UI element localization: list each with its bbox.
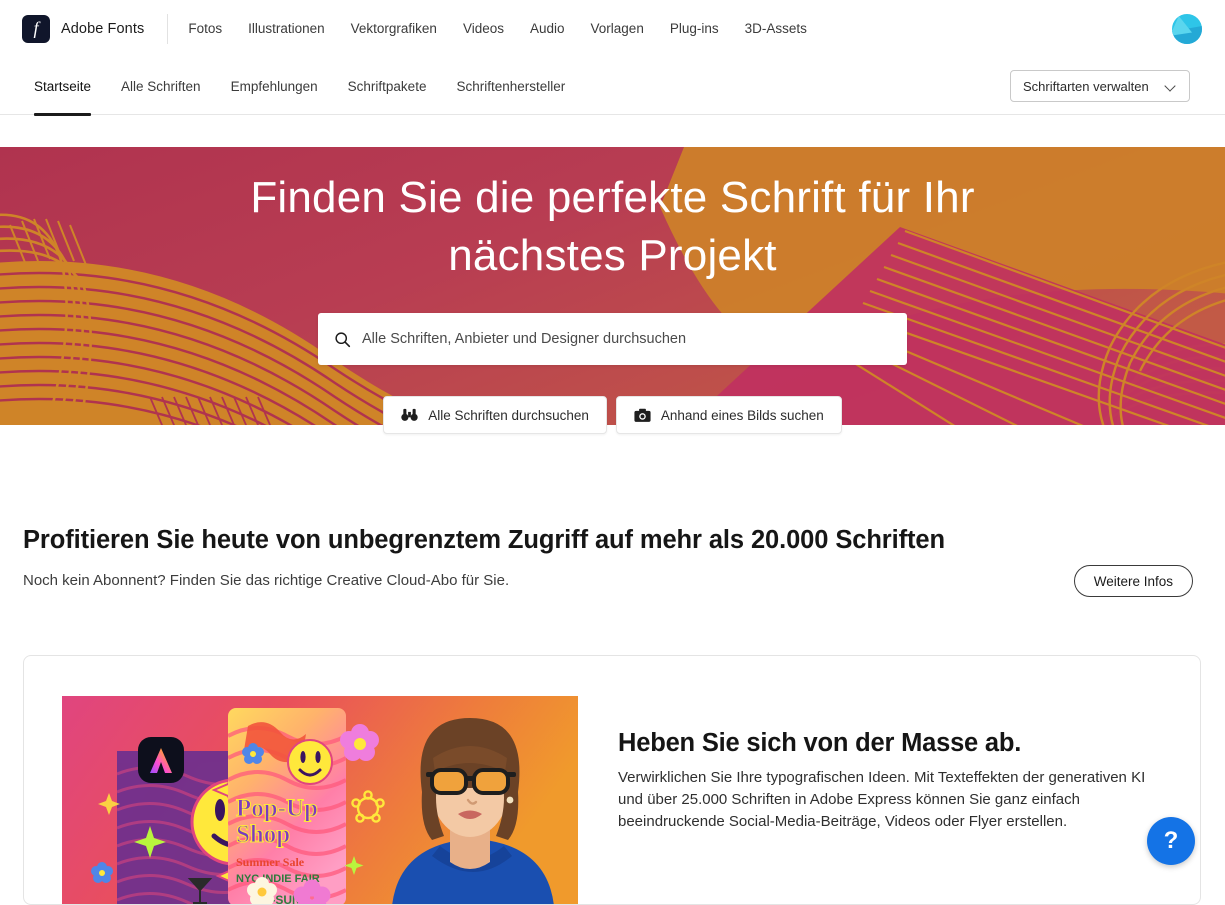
manage-fonts-dropdown[interactable]: Schriftarten verwalten [1010,70,1190,102]
hero-title: Finden Sie die perfekte Schrift für Ihr … [0,169,1225,285]
browse-all-fonts-button[interactable]: Alle Schriften durchsuchen [383,396,607,434]
product-nav: Fotos Illustrationen Vektorgrafiken Vide… [188,21,807,36]
tab-startseite[interactable]: Startseite [34,57,91,115]
search-icon [334,331,351,348]
nav-item-vorlagen[interactable]: Vorlagen [591,21,644,36]
promo-subheading: Noch kein Abonnent? Finden Sie das richt… [23,572,509,589]
avatar[interactable] [1172,14,1202,44]
search-input-placeholder: Alle Schriften, Anbieter und Designer du… [362,331,686,347]
svg-text:Summer Sale: Summer Sale [236,855,305,869]
tab-schriftpakete[interactable]: Schriftpakete [348,57,427,115]
nav-item-vektorgrafiken[interactable]: Vektorgrafiken [351,21,437,36]
manage-fonts-label: Schriftarten verwalten [1023,79,1149,94]
nav-item-audio[interactable]: Audio [530,21,565,36]
help-button[interactable]: ? [1147,817,1195,865]
header-divider [167,14,168,44]
binoculars-icon [401,408,418,422]
svg-text:Pop-Up: Pop-Up [236,795,318,822]
tab-empfehlungen[interactable]: Empfehlungen [231,57,318,115]
section-nav-items: Startseite Alle Schriften Empfehlungen S… [34,57,565,115]
nav-item-3d-assets[interactable]: 3D-Assets [745,21,807,36]
promo-heading: Profitieren Sie heute von unbegrenztem Z… [23,526,945,555]
nav-item-videos[interactable]: Videos [463,21,504,36]
tab-schriftenhersteller[interactable]: Schriftenhersteller [456,57,565,115]
question-mark-icon: ? [1164,827,1179,855]
brand-title: Adobe Fonts [61,21,144,37]
express-promo-card: Pop-Up Shop Summer Sale NYC INDIE FAIR F… [23,655,1201,905]
browse-all-fonts-label: Alle Schriften durchsuchen [428,408,589,423]
adobe-fonts-logo-icon: f [22,15,50,43]
express-promo-artwork: Pop-Up Shop Summer Sale NYC INDIE FAIR F… [62,696,578,905]
nav-item-plugins[interactable]: Plug-ins [670,21,719,36]
card-body: Verwirklichen Sie Ihre typografischen Id… [618,767,1158,833]
express-promo-image: Pop-Up Shop Summer Sale NYC INDIE FAIR F… [62,696,578,905]
top-header-bar: f Adobe Fonts Fotos Illustrationen Vekto… [0,0,1225,57]
card-heading: Heben Sie sich von der Masse ab. [618,729,1158,758]
hero-title-line-2: nächstes Projekt [0,227,1225,285]
brand-logo[interactable]: f Adobe Fonts [22,15,144,43]
adobe-express-logo-icon [138,737,184,783]
hero-action-buttons: Alle Schriften durchsuchen Anhand eines … [0,396,1225,434]
chevron-down-icon [1165,81,1176,92]
svg-text:Shop: Shop [236,821,290,848]
hero-banner: Finden Sie die perfekte Schrift für Ihr … [0,147,1225,425]
hero-title-line-1: Finden Sie die perfekte Schrift für Ihr [0,169,1225,227]
nav-item-illustrationen[interactable]: Illustrationen [248,21,325,36]
tab-alle-schriften[interactable]: Alle Schriften [121,57,201,115]
nav-item-fotos[interactable]: Fotos [188,21,222,36]
font-search-box[interactable]: Alle Schriften, Anbieter und Designer du… [318,313,907,365]
camera-icon [634,408,651,423]
more-info-button[interactable]: Weitere Infos [1074,565,1193,597]
express-promo-text: Heben Sie sich von der Masse ab. Verwirk… [618,729,1158,833]
search-by-image-button[interactable]: Anhand eines Bilds suchen [616,396,842,434]
search-by-image-label: Anhand eines Bilds suchen [661,408,824,423]
